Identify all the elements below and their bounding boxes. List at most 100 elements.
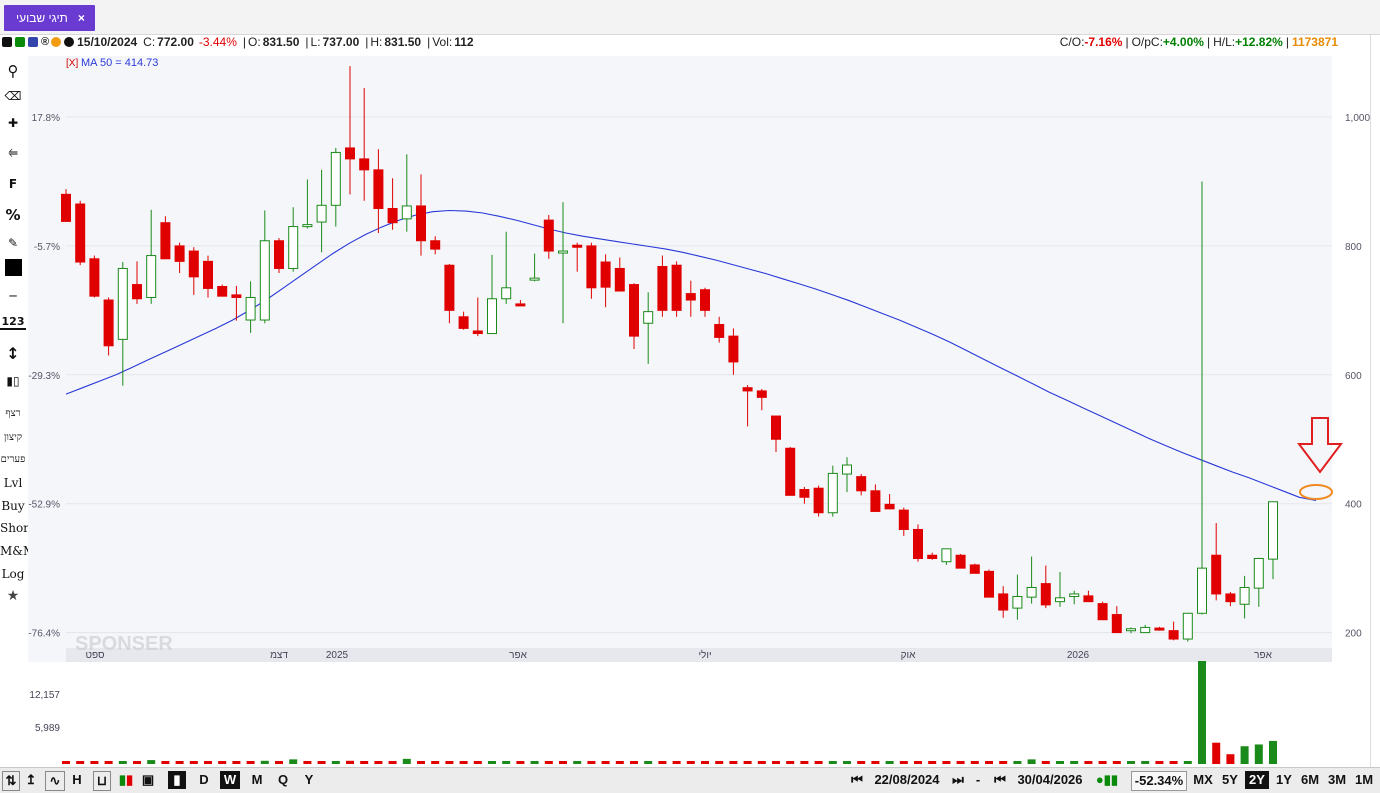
candle-body[interactable] <box>487 298 497 335</box>
range-2Y[interactable]: 2Y <box>1245 771 1269 789</box>
start-last-icon[interactable]: ⏭ <box>945 771 971 789</box>
candle-body[interactable] <box>146 255 157 298</box>
candle-body[interactable] <box>1182 612 1193 640</box>
candle-body[interactable] <box>1253 557 1264 589</box>
line-chart-icon[interactable]: ∿ <box>45 771 65 791</box>
candle-body[interactable] <box>316 204 327 223</box>
candle-body[interactable] <box>728 335 739 363</box>
candle-body[interactable] <box>1168 630 1179 640</box>
period-D[interactable]: D <box>195 771 213 789</box>
candle-body[interactable] <box>160 222 171 260</box>
save-icon[interactable]: ▣ <box>140 771 156 789</box>
candle-body[interactable] <box>785 447 796 496</box>
start-first-icon[interactable]: ⏮ <box>845 771 869 789</box>
candle-body[interactable] <box>771 415 781 440</box>
candle-body[interactable] <box>1097 603 1108 621</box>
candle-body[interactable] <box>1211 554 1222 595</box>
candle-body[interactable] <box>359 158 370 171</box>
end-date[interactable]: 30/04/2026 <box>1015 771 1085 789</box>
candle-body[interactable] <box>472 330 483 335</box>
candle-body[interactable] <box>1140 626 1151 634</box>
candle-body[interactable] <box>117 267 128 340</box>
candle-body[interactable] <box>501 287 512 300</box>
candle-body[interactable] <box>203 260 213 289</box>
candle-body[interactable] <box>572 244 583 248</box>
candle-body[interactable] <box>1239 586 1250 605</box>
candle-body[interactable] <box>756 390 767 398</box>
candle-body[interactable] <box>132 284 142 300</box>
candle-body[interactable] <box>61 193 71 222</box>
candle-body[interactable] <box>1111 614 1122 634</box>
candle-body[interactable] <box>586 245 597 289</box>
candle-body[interactable] <box>1026 586 1037 598</box>
candle-body[interactable] <box>288 226 299 269</box>
period-Q[interactable]: Q <box>274 771 292 789</box>
candle-chart-icon[interactable]: ▮▮ <box>117 771 135 789</box>
candle-body[interactable] <box>955 554 966 569</box>
candle-body[interactable] <box>898 509 909 530</box>
bar-chart-icon[interactable]: ⊔ <box>93 771 111 791</box>
candle-body[interactable] <box>1083 595 1094 603</box>
candle-body[interactable] <box>742 387 753 392</box>
end-first-icon[interactable]: ⏮ <box>987 771 1013 789</box>
candle-body[interactable] <box>416 205 426 242</box>
range-5Y[interactable]: 5Y <box>1219 771 1241 789</box>
range-1Y[interactable]: 1Y <box>1273 771 1295 789</box>
lock-icon[interactable]: ●▮▮ <box>1088 771 1126 789</box>
candle-body[interactable] <box>543 219 554 252</box>
candle-body[interactable] <box>998 593 1009 611</box>
candle-body[interactable] <box>89 258 100 297</box>
candle-body[interactable] <box>174 245 185 262</box>
candle-body[interactable] <box>558 250 568 254</box>
candle-body[interactable] <box>1225 593 1236 603</box>
candle-body[interactable] <box>870 490 881 512</box>
chart-mode-icon[interactable]: ▮ <box>168 771 186 789</box>
candle-body[interactable] <box>1197 567 1207 614</box>
cursor-icon[interactable]: ↥ <box>23 771 39 789</box>
candle-body[interactable] <box>345 147 355 160</box>
candle-body[interactable] <box>842 464 852 475</box>
indicator-icon[interactable]: ⇅ <box>2 771 20 791</box>
ohlc-icon[interactable]: H <box>69 771 85 789</box>
candle-body[interactable] <box>103 299 114 347</box>
candle-body[interactable] <box>75 203 86 263</box>
candle-body[interactable] <box>529 277 540 281</box>
candle-body[interactable] <box>913 528 923 559</box>
candle-body[interactable] <box>927 554 938 559</box>
candle-body[interactable] <box>245 296 256 321</box>
candle-body[interactable] <box>685 293 696 301</box>
candle-body[interactable] <box>217 286 228 297</box>
candle-body[interactable] <box>984 570 994 598</box>
range-MX[interactable]: MX <box>1191 771 1215 789</box>
candle-body[interactable] <box>330 151 341 206</box>
candle-body[interactable] <box>856 476 867 492</box>
period-M[interactable]: M <box>248 771 266 789</box>
candle-body[interactable] <box>629 284 639 337</box>
candle-body[interactable] <box>799 489 810 498</box>
candle-body[interactable] <box>1268 501 1278 560</box>
candle-body[interactable] <box>1055 597 1065 603</box>
range-3M[interactable]: 3M <box>1325 771 1349 789</box>
candle-body[interactable] <box>401 205 412 220</box>
candle-body[interactable] <box>714 324 725 338</box>
candle-body[interactable] <box>1126 628 1136 632</box>
candle-body[interactable] <box>813 487 824 514</box>
candle-body[interactable] <box>600 261 611 288</box>
candle-body[interactable] <box>657 266 668 311</box>
candle-body[interactable] <box>274 240 284 269</box>
candle-body[interactable] <box>643 311 654 324</box>
candle-body[interactable] <box>373 169 384 210</box>
candle-body[interactable] <box>188 250 199 278</box>
candle-body[interactable] <box>1040 583 1051 606</box>
candle-body[interactable] <box>231 294 242 298</box>
range-1M[interactable]: 1M <box>1352 771 1376 789</box>
price-chart[interactable]: 1,000 17.8% 800 -5.7% 600 -29.3% 400 -52.9% 200 -… <box>0 0 1380 792</box>
candle-body[interactable] <box>827 472 838 514</box>
candle-body[interactable] <box>430 240 441 250</box>
candle-body[interactable] <box>458 316 469 329</box>
candle-body[interactable] <box>941 548 952 563</box>
candle-body[interactable] <box>444 264 455 311</box>
start-date[interactable]: 22/08/2024 <box>872 771 942 789</box>
ma-remove[interactable]: [X] <box>66 58 78 69</box>
candle-body[interactable] <box>515 303 526 307</box>
